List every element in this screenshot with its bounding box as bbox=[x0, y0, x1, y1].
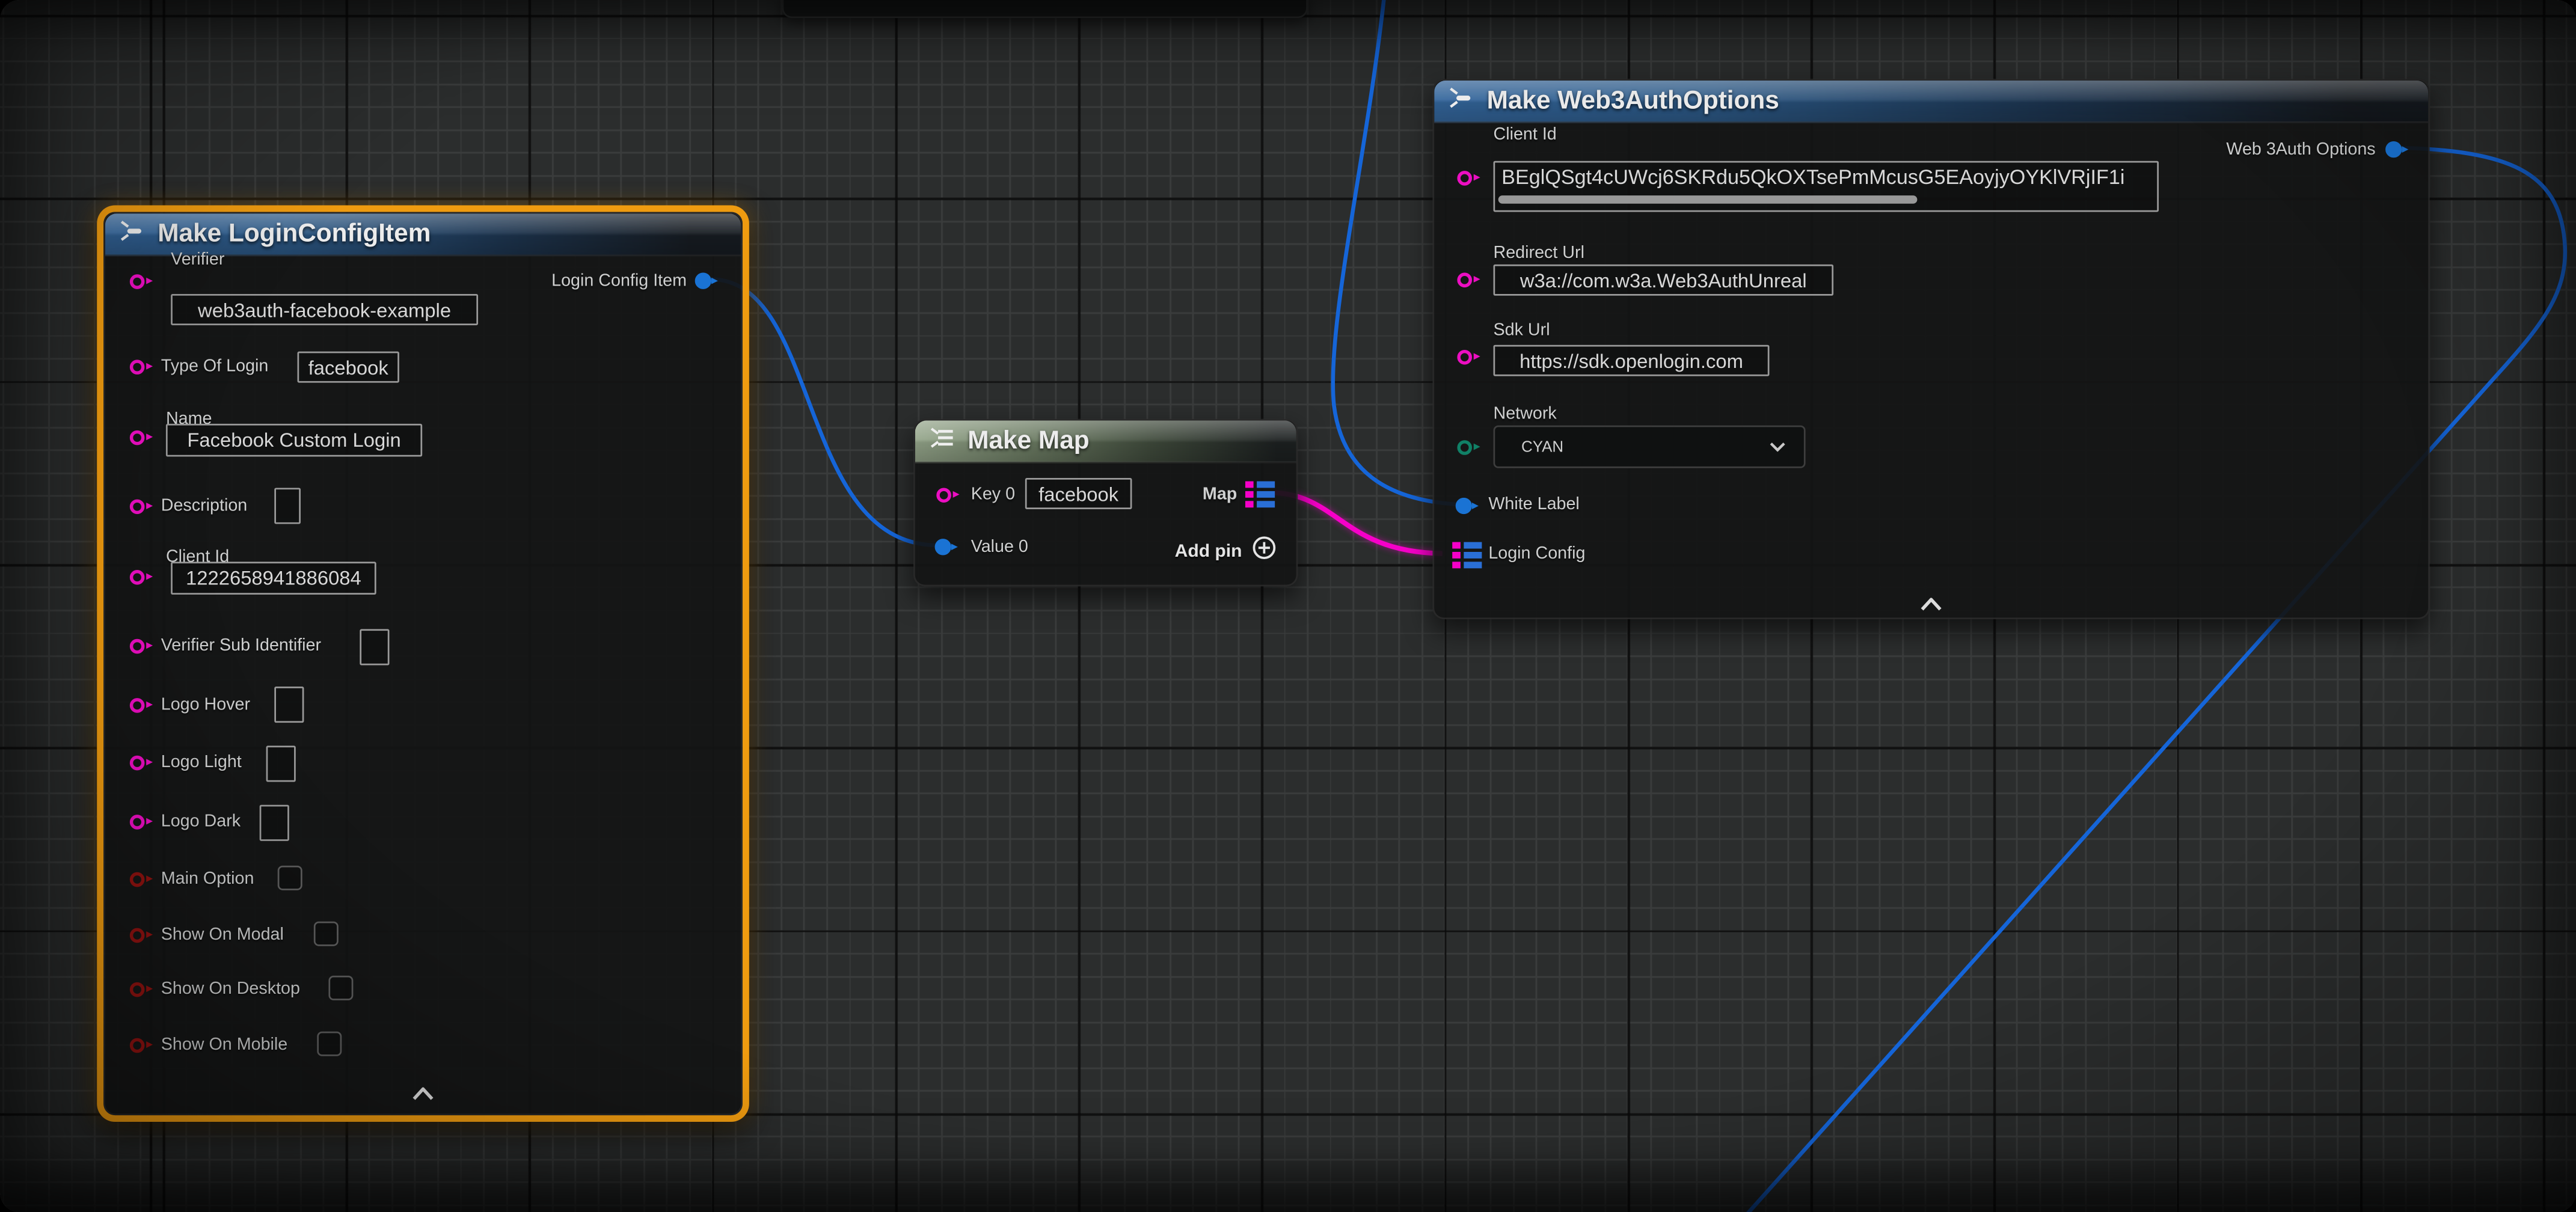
field-logo-hover[interactable] bbox=[274, 687, 304, 723]
pin-show-on-desktop[interactable] bbox=[130, 981, 145, 996]
node-make-login-config-item[interactable]: Make LoginConfigItem Login Config Item V… bbox=[103, 212, 743, 1115]
node-title: Make Map bbox=[968, 426, 1089, 456]
field-sdk-url[interactable]: https://sdk.openlogin.com bbox=[1494, 345, 1770, 376]
pin-label-show-on-desktop: Show On Desktop bbox=[161, 979, 300, 999]
node-make-map[interactable]: Make Map Key 0 facebook Map Value 0 Add … bbox=[913, 419, 1298, 587]
checkbox-show-on-modal[interactable] bbox=[314, 922, 339, 946]
make-struct-icon bbox=[120, 219, 146, 249]
pin-map-output[interactable] bbox=[1245, 482, 1275, 508]
pin-client-id[interactable] bbox=[1457, 170, 1472, 185]
pin-label-map: Map bbox=[1203, 485, 1237, 504]
graph-canvas[interactable]: Make LoginConfigItem Login Config Item V… bbox=[0, 0, 2576, 1212]
pin-label-key-0: Key 0 bbox=[971, 485, 1015, 504]
wire-login-config-item-to-value0[interactable] bbox=[711, 279, 938, 545]
pin-white-label[interactable] bbox=[1456, 498, 1472, 514]
pin-label-logo-hover: Logo Hover bbox=[161, 695, 250, 715]
checkbox-main-option[interactable] bbox=[278, 866, 302, 890]
pin-label-verifier-sub-identifier: Verifier Sub Identifier bbox=[161, 635, 321, 655]
field-logo-dark[interactable] bbox=[260, 805, 289, 841]
pin-label-logo-dark: Logo Dark bbox=[161, 812, 241, 831]
pin-sdk-url[interactable] bbox=[1457, 349, 1472, 364]
pin-label-network: Network bbox=[1494, 404, 1557, 424]
collapse-chevron-icon[interactable] bbox=[412, 1079, 434, 1109]
pin-label-white-label: White Label bbox=[1488, 494, 1580, 514]
field-key-0[interactable]: facebook bbox=[1025, 478, 1132, 509]
field-verifier-sub-identifier[interactable] bbox=[360, 629, 389, 665]
pin-label-verifier: Verifier bbox=[171, 249, 224, 269]
collapse-chevron-icon[interactable] bbox=[1921, 590, 1942, 619]
pin-logo-light[interactable] bbox=[130, 754, 145, 770]
pin-redirect-url[interactable] bbox=[1457, 272, 1472, 287]
pin-label-logo-light: Logo Light bbox=[161, 752, 242, 772]
client-id-scrollbar[interactable] bbox=[1498, 195, 1918, 204]
field-client-id[interactable]: BEglQSgt4cUWcj6SKRdu5QkOXTsePmMcusG5EAoy… bbox=[1494, 161, 2159, 212]
pin-label-show-on-modal: Show On Modal bbox=[161, 925, 284, 944]
offscreen-node-edge[interactable] bbox=[782, 0, 1307, 18]
output-pin-login-config-item[interactable] bbox=[695, 273, 711, 289]
pin-verifier[interactable] bbox=[130, 274, 145, 289]
pin-logo-hover[interactable] bbox=[130, 697, 145, 712]
output-pin-label: Web 3Auth Options bbox=[2226, 139, 2375, 159]
pin-label-show-on-mobile: Show On Mobile bbox=[161, 1035, 288, 1054]
field-description[interactable] bbox=[274, 488, 301, 524]
pin-type-of-login[interactable] bbox=[130, 359, 145, 374]
pin-login-config[interactable] bbox=[1452, 542, 1482, 569]
pin-client-id[interactable] bbox=[130, 569, 145, 584]
field-logo-light[interactable] bbox=[266, 745, 296, 782]
field-client-id[interactable]: 1222658941886084 bbox=[171, 562, 376, 595]
make-struct-icon bbox=[1449, 86, 1476, 115]
network-dropdown[interactable]: CYAN bbox=[1494, 426, 1806, 468]
node-title: Make LoginConfigItem bbox=[158, 219, 431, 249]
pin-label-redirect-url: Redirect Url bbox=[1494, 243, 1584, 263]
node-header-make-web3auth-options[interactable]: Make Web3AuthOptions bbox=[1434, 81, 2428, 123]
node-make-web3auth-options[interactable]: Make Web3AuthOptions Web 3Auth Options C… bbox=[1432, 79, 2429, 619]
wire-map-to-login-config[interactable] bbox=[1275, 493, 1443, 554]
pin-main-option[interactable] bbox=[130, 871, 145, 886]
add-pin-icon bbox=[1252, 536, 1277, 569]
pin-key-0[interactable] bbox=[936, 487, 951, 502]
add-pin-label: Add pin bbox=[1175, 542, 1242, 562]
make-map-icon bbox=[930, 426, 956, 456]
chevron-down-icon bbox=[1770, 442, 1786, 451]
field-redirect-url[interactable]: w3a://com.w3a.Web3AuthUnreal bbox=[1494, 265, 1834, 296]
pin-show-on-modal[interactable] bbox=[130, 927, 145, 942]
pin-label-sdk-url: Sdk Url bbox=[1494, 320, 1550, 340]
node-title: Make Web3AuthOptions bbox=[1487, 86, 1779, 115]
checkbox-show-on-desktop[interactable] bbox=[328, 976, 353, 1000]
blueprint-editor-window: Make LoginConfigItem Login Config Item V… bbox=[0, 0, 2576, 1212]
pin-verifier-sub-identifier[interactable] bbox=[130, 638, 145, 653]
pin-network[interactable] bbox=[1457, 439, 1472, 454]
pin-label-login-config: Login Config bbox=[1488, 543, 1585, 563]
pin-label-description: Description bbox=[161, 496, 248, 516]
output-pin-label: Login Config Item bbox=[551, 271, 687, 291]
checkbox-show-on-mobile[interactable] bbox=[317, 1032, 342, 1056]
pin-logo-dark[interactable] bbox=[130, 814, 145, 829]
pin-name[interactable] bbox=[130, 429, 145, 444]
field-type-of-login[interactable]: facebook bbox=[298, 352, 399, 383]
add-pin-button[interactable]: Add pin bbox=[1175, 536, 1277, 569]
pin-value-0[interactable] bbox=[935, 539, 951, 555]
pin-show-on-mobile[interactable] bbox=[130, 1037, 145, 1052]
output-pin-web3auth-options[interactable] bbox=[2385, 141, 2402, 158]
network-selected-value: CYAN bbox=[1495, 438, 1769, 456]
node-header-make-map[interactable]: Make Map bbox=[915, 420, 1296, 463]
field-verifier[interactable]: web3auth-facebook-example bbox=[171, 294, 478, 325]
pin-description[interactable] bbox=[130, 498, 145, 513]
field-name[interactable]: Facebook Custom Login bbox=[166, 424, 422, 457]
pin-label-type-of-login: Type Of Login bbox=[161, 357, 269, 376]
pin-label-client-id: Client Id bbox=[1494, 125, 1557, 145]
pin-label-main-option: Main Option bbox=[161, 869, 254, 889]
pin-label-value-0: Value 0 bbox=[971, 537, 1028, 557]
